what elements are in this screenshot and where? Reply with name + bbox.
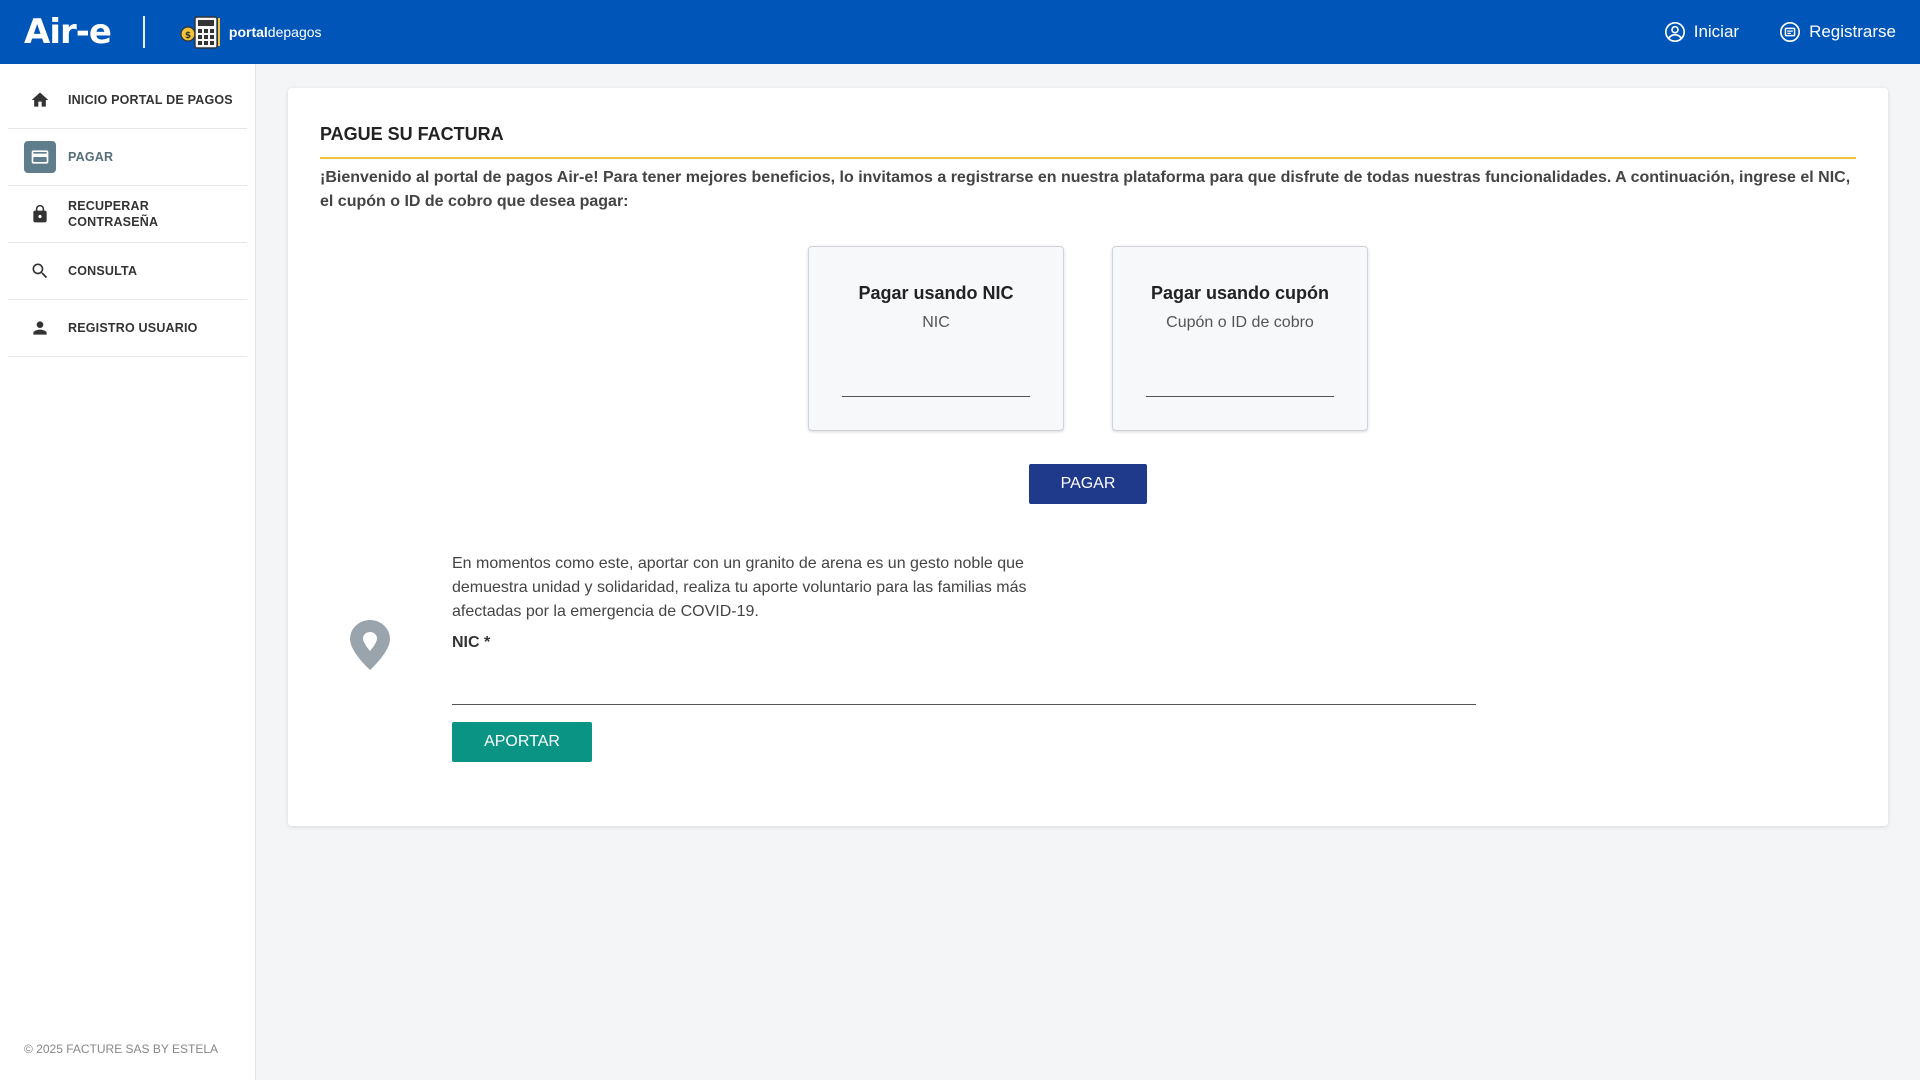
pay-button[interactable]: PAGAR <box>1029 464 1147 504</box>
top-nav: Iniciar Registrarse <box>1664 21 1896 43</box>
donation-nic-underline <box>452 704 1476 705</box>
donate-button[interactable]: APORTAR <box>452 722 592 762</box>
nic-input[interactable] <box>842 361 1030 395</box>
sidebar-item-label: PAGAR <box>68 150 114 164</box>
sidebar-item-recuperar[interactable]: RECUPERAR CONTRASEÑA <box>8 186 247 243</box>
sidebar-item-inicio[interactable]: INICIO PORTAL DE PAGOS <box>8 72 247 129</box>
search-icon <box>24 255 56 287</box>
top-bar: Air-e $ portaldepagos Iniciar Registrars… <box>0 0 1920 64</box>
portal-logo[interactable]: $ portaldepagos <box>179 14 322 50</box>
sidebar-item-consulta[interactable]: CONSULTA <box>8 243 247 300</box>
sidebar-item-label: REGISTRO USUARIO <box>68 321 198 335</box>
header-divider <box>142 16 145 48</box>
user-circle-icon <box>1664 22 1685 42</box>
sidebar: INICIO PORTAL DE PAGOS PAGAR RECUPERAR C… <box>0 64 256 1080</box>
page-title: PAGUE SU FACTURA <box>320 124 1856 159</box>
payment-card: PAGUE SU FACTURA ¡Bienvenido al portal d… <box>288 88 1888 826</box>
login-link-label: Iniciar <box>1693 22 1740 41</box>
coupon-input[interactable] <box>1146 361 1334 395</box>
sidebar-item-label: RECUPERAR CONTRASEÑA <box>68 199 159 229</box>
donation-location-icon <box>350 620 390 670</box>
person-icon <box>24 312 56 344</box>
pay-by-coupon-label: Cupón o ID de cobro <box>1166 314 1314 331</box>
donation-nic-label: NIC * <box>452 634 491 651</box>
copyright-footer: © 2025 FACTURE SAS BY ESTELA <box>24 1042 219 1056</box>
sidebar-item-label: INICIO PORTAL DE PAGOS <box>68 93 233 107</box>
sidebar-item-pagar[interactable]: PAGAR <box>8 129 247 186</box>
donation-message: En momentos como este, aportar con un gr… <box>452 555 1027 620</box>
nic-input-underline <box>842 396 1030 397</box>
register-icon <box>1780 22 1801 42</box>
coupon-input-underline <box>1146 396 1334 397</box>
pay-by-nic-title: Pagar usando NIC <box>858 283 1014 303</box>
lock-icon <box>24 198 56 230</box>
svg-text:$: $ <box>185 31 191 41</box>
pay-by-nic-label: NIC <box>922 314 950 331</box>
login-link[interactable]: Iniciar <box>1664 21 1739 43</box>
credit-card-icon <box>24 141 56 173</box>
home-icon <box>24 84 56 116</box>
register-link[interactable]: Registrarse <box>1779 21 1896 43</box>
welcome-message: ¡Bienvenido al portal de pagos Air-e! Pa… <box>320 169 1851 210</box>
calculator-icon: $ <box>180 16 220 49</box>
brand-logo[interactable]: Air-e <box>24 12 112 52</box>
register-link-label: Registrarse <box>1809 22 1896 41</box>
pay-by-nic-box: Pagar usando NIC NIC <box>808 246 1064 431</box>
donation-nic-input[interactable] <box>452 670 1476 704</box>
sidebar-menu: INICIO PORTAL DE PAGOS PAGAR RECUPERAR C… <box>0 64 255 357</box>
sidebar-item-registro[interactable]: REGISTRO USUARIO <box>8 300 247 357</box>
sidebar-item-label: CONSULTA <box>68 264 138 278</box>
pay-by-coupon-box: Pagar usando cupón Cupón o ID de cobro <box>1112 246 1368 431</box>
pay-by-coupon-title: Pagar usando cupón <box>1150 283 1330 303</box>
portal-logo-text: portaldepagos <box>228 24 322 40</box>
